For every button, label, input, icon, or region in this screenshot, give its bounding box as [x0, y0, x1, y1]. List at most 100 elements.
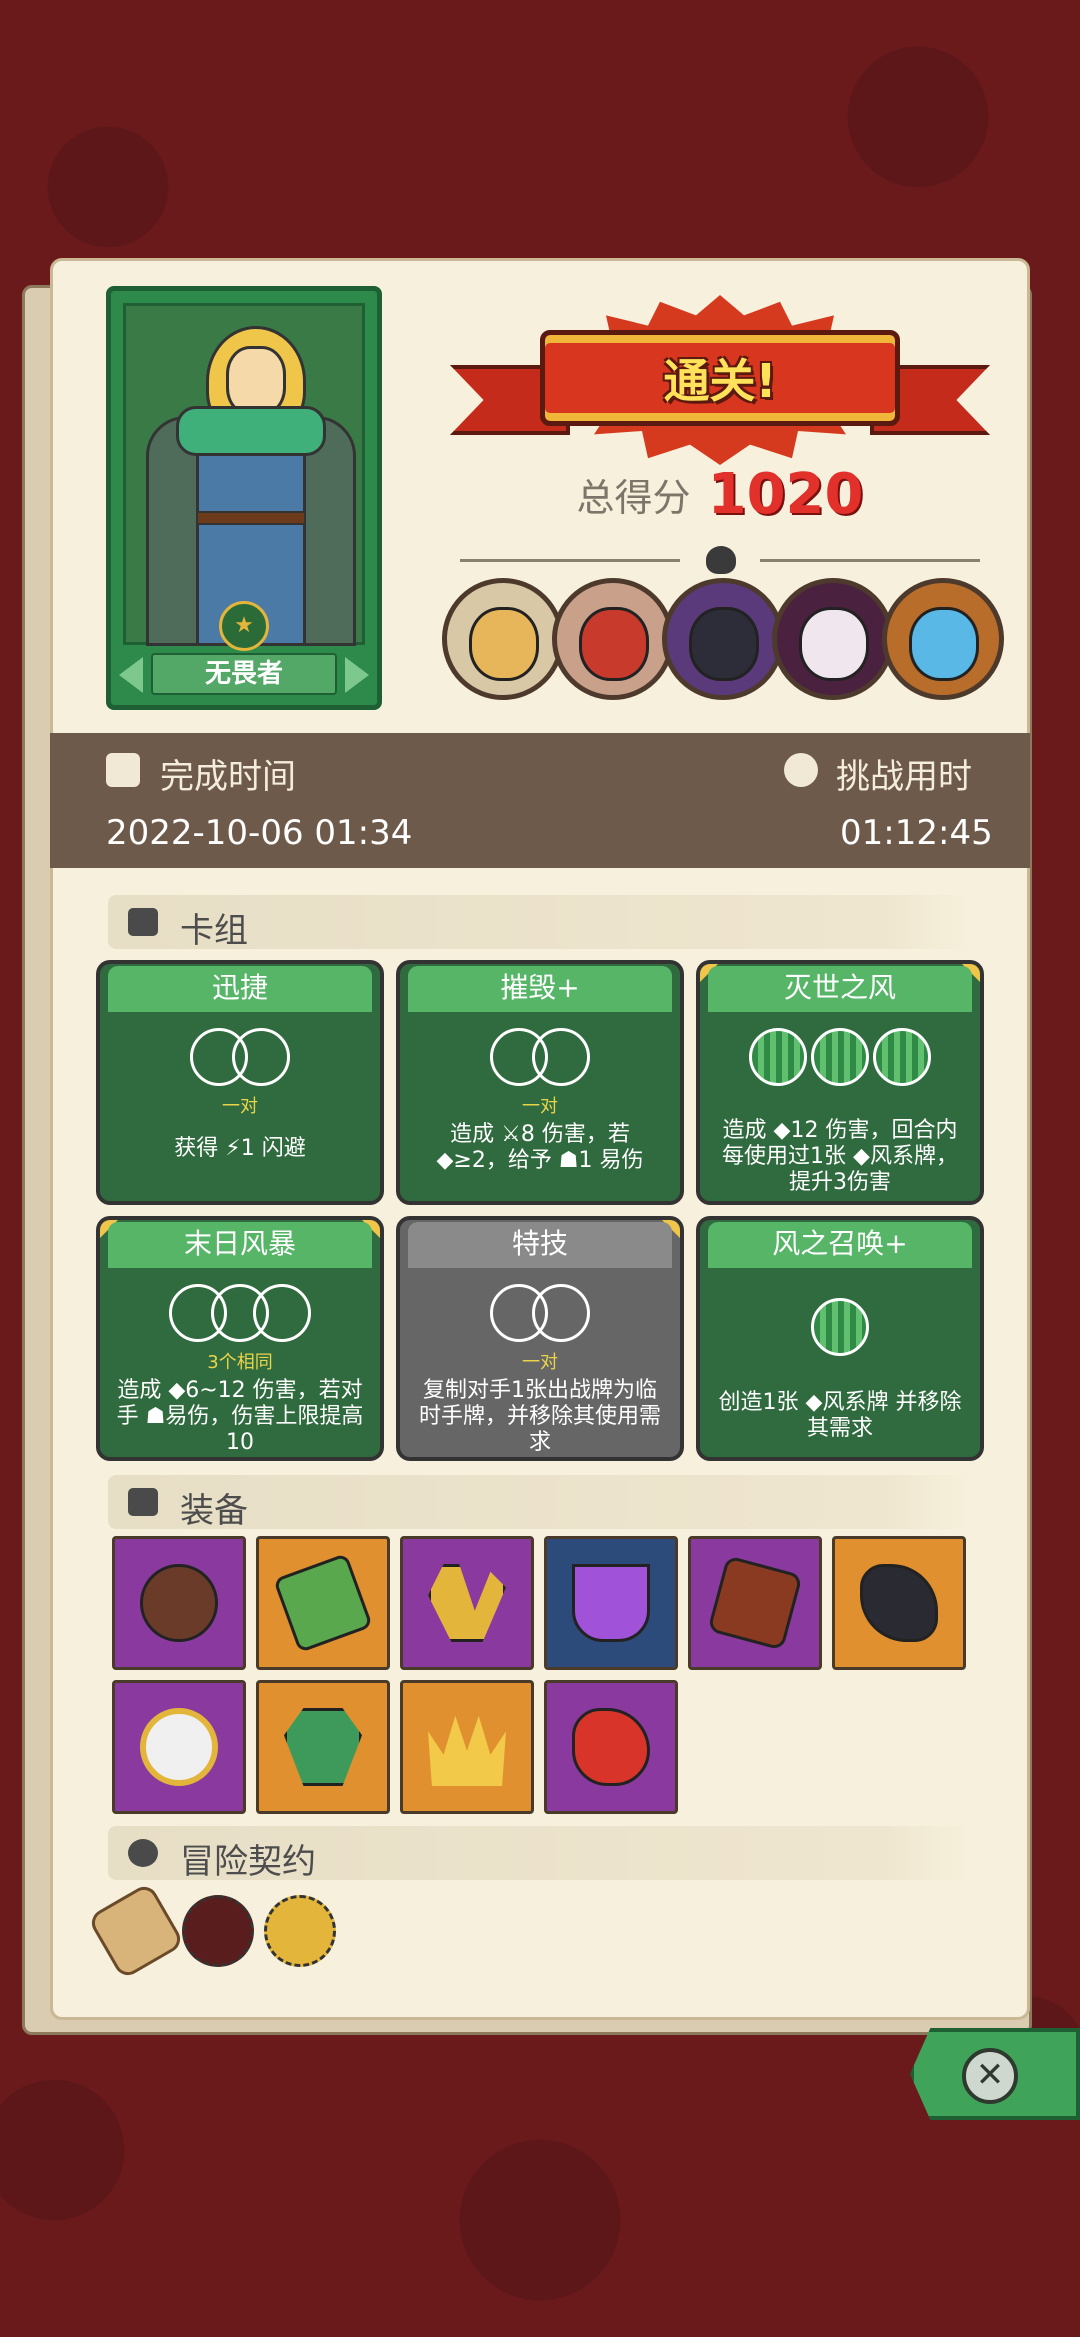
- hero-portrait-card[interactable]: ★ 无畏者: [106, 286, 382, 710]
- red-flask-icon: [572, 1708, 650, 1786]
- finish-time-label: 完成时间: [160, 757, 296, 797]
- medal-icon: ★: [219, 601, 269, 651]
- equip-slot-1[interactable]: [112, 1536, 246, 1670]
- equip-slot-4[interactable]: [544, 1536, 678, 1670]
- divider-line-left: [460, 559, 680, 562]
- boss-knight-avatar[interactable]: [662, 578, 784, 700]
- card-body: 一对 造成 ⚔8 伤害，若 ◆≥2，给予 ☗1 易伤: [406, 1014, 674, 1195]
- card-desc: 造成 ◆12 伤害，回合内每使用过1张 ◆风系牌，提升3伤害: [722, 1118, 958, 1195]
- equip-slot-2[interactable]: [256, 1536, 390, 1670]
- equipment-title: 装备: [180, 1491, 248, 1531]
- slot-label: 3个相同: [207, 1352, 273, 1373]
- calendar-icon: [106, 753, 140, 787]
- challenge-time-value: 01:12:45: [840, 813, 993, 853]
- time-bar: 完成时间 2022-10-06 01:34 挑战用时 01:12:45: [50, 733, 1030, 868]
- finish-time-value: 2022-10-06 01:34: [106, 813, 413, 853]
- card-title: 特技: [408, 1222, 672, 1268]
- pouch-icon[interactable]: [182, 1895, 254, 1967]
- contract-header: 冒险契约: [108, 1826, 970, 1882]
- equip-slot-3[interactable]: [400, 1536, 534, 1670]
- equip-slot-7[interactable]: [112, 1680, 246, 1814]
- prev-arrow-icon[interactable]: [119, 657, 143, 693]
- banner-text: 通关!: [663, 354, 777, 408]
- equip-slot-10[interactable]: [544, 1680, 678, 1814]
- deck-header: 卡组: [108, 895, 970, 951]
- glove-icon: [860, 1564, 938, 1642]
- equip-slot-6[interactable]: [832, 1536, 966, 1670]
- score-value: 1020: [707, 462, 864, 527]
- slot-label: 一对: [522, 1352, 558, 1373]
- card-body: 一对 获得 ⚡1 闪避: [106, 1014, 374, 1195]
- divider-line-right: [760, 559, 980, 562]
- card-title: 迅捷: [108, 966, 372, 1012]
- boss-face: [579, 607, 649, 681]
- gem-icon: [284, 1708, 362, 1786]
- person-icon: [128, 1839, 158, 1867]
- boss-face: [909, 607, 979, 681]
- dice-slots: [106, 1284, 374, 1342]
- contract-title: 冒险契约: [180, 1842, 316, 1882]
- card-desc: 获得 ⚡1 闪避: [174, 1136, 306, 1161]
- dice-slots: [406, 1284, 674, 1342]
- card-desc: 创造1张 ◆风系牌 并移除其需求: [718, 1390, 962, 1441]
- claw-icon: [428, 1564, 506, 1642]
- slot-label: 一对: [222, 1096, 258, 1117]
- hero-scarf: [176, 406, 326, 456]
- green-stone-icon: [273, 1553, 373, 1653]
- shield-icon: [707, 1555, 803, 1651]
- boss-drum-avatar[interactable]: [552, 578, 674, 700]
- card-desc: 造成 ⚔8 伤害，若 ◆≥2，给予 ☗1 易伤: [436, 1122, 644, 1173]
- card-mieshizhifeng[interactable]: 灭世之风 造成 ◆12 伤害，回合内每使用过1张 ◆风系牌，提升3伤害: [696, 960, 984, 1205]
- score-label: 总得分: [576, 476, 691, 520]
- coin-icon[interactable]: [264, 1895, 336, 1967]
- card-cuihui[interactable]: 摧毁+ 一对 造成 ⚔8 伤害，若 ◆≥2，给予 ☗1 易伤: [396, 960, 684, 1205]
- equip-slot-8[interactable]: [256, 1680, 390, 1814]
- card-fengzhizhaohuan[interactable]: 风之召唤+ 创造1张 ◆风系牌 并移除其需求: [696, 1216, 984, 1461]
- equip-slot-9[interactable]: [400, 1680, 534, 1814]
- defeated-bosses: [442, 578, 1012, 708]
- equip-slot-5[interactable]: [688, 1536, 822, 1670]
- card-title: 灭世之风: [708, 966, 972, 1012]
- potion-icon: [572, 1564, 650, 1642]
- boss-divider: [440, 546, 1000, 574]
- hero-belt: [196, 511, 306, 525]
- victory-banner: 通关!: [450, 290, 990, 470]
- mirror-icon: [140, 1708, 218, 1786]
- card-title: 末日风暴: [108, 1222, 372, 1268]
- close-icon[interactable]: ✕: [962, 2048, 1018, 2104]
- card-desc: 造成 ◆6~12 伤害，若对手 ☗易伤，伤害上限提高10: [116, 1378, 364, 1455]
- card-xunjie[interactable]: 迅捷 一对 获得 ⚡1 闪避: [96, 960, 384, 1205]
- dice-slots: [106, 1028, 374, 1086]
- boss-crystal-avatar[interactable]: [882, 578, 1004, 700]
- dice-slots: [406, 1028, 674, 1086]
- stopwatch-icon: [784, 753, 818, 787]
- hero-artwork: [123, 303, 365, 646]
- banner-ribbon: 通关!: [540, 330, 900, 426]
- wind-slots: [706, 1028, 974, 1086]
- card-desc: 复制对手1张出战牌为临时手牌，并移除其使用需求: [418, 1378, 661, 1455]
- total-score: 总得分 1020: [450, 462, 990, 527]
- hero-name: 无畏者: [151, 653, 337, 695]
- cards-icon: [128, 908, 158, 936]
- card-body: 一对 复制对手1张出战牌为临时手牌，并移除其使用需求: [406, 1270, 674, 1455]
- boss-face: [469, 607, 539, 681]
- card-morifengbao[interactable]: 末日风暴 3个相同 造成 ◆6~12 伤害，若对手 ☗易伤，伤害上限提高10: [96, 1216, 384, 1461]
- skull-icon: [706, 546, 736, 574]
- card-teji[interactable]: 特技 一对 复制对手1张出战牌为临时手牌，并移除其使用需求: [396, 1216, 684, 1461]
- button-icon: [140, 1564, 218, 1642]
- deck-title: 卡组: [180, 911, 248, 951]
- crown-icon: [428, 1715, 506, 1786]
- challenge-time-label: 挑战用时: [836, 757, 972, 797]
- equipment-header: 装备: [108, 1475, 970, 1531]
- wind-slots: [706, 1298, 974, 1356]
- next-arrow-icon[interactable]: [345, 657, 369, 693]
- card-body: 3个相同 造成 ◆6~12 伤害，若对手 ☗易伤，伤害上限提高10: [106, 1270, 374, 1455]
- boss-wizard-avatar[interactable]: [442, 578, 564, 700]
- card-title: 风之召唤+: [708, 1222, 972, 1268]
- card-title: 摧毁+: [408, 966, 672, 1012]
- card-body: 创造1张 ◆风系牌 并移除其需求: [706, 1270, 974, 1451]
- slot-label: 一对: [522, 1096, 558, 1117]
- box-icon: [128, 1488, 158, 1516]
- boss-face: [799, 607, 869, 681]
- boss-vampire-avatar[interactable]: [772, 578, 894, 700]
